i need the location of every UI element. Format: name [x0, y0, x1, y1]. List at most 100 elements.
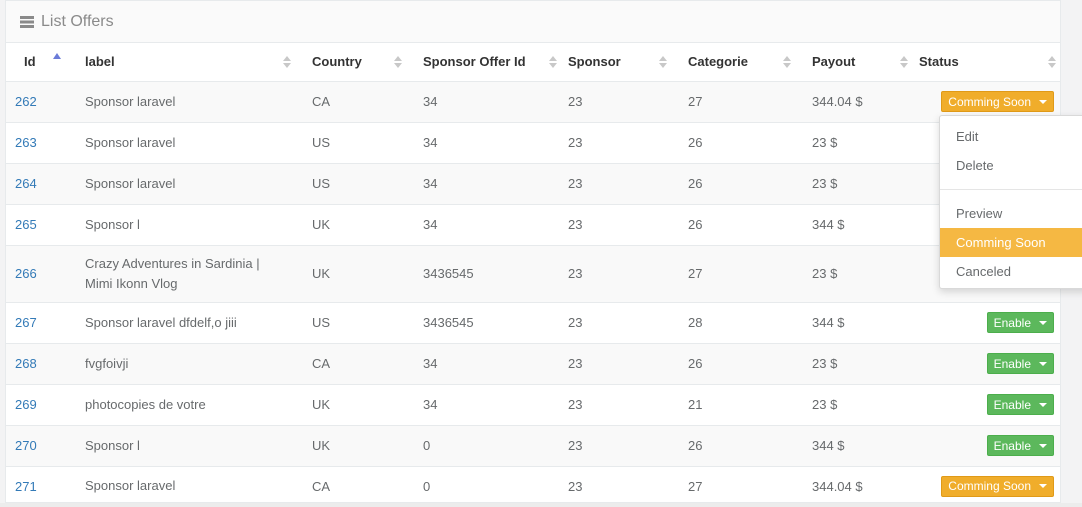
- menu-item-comming-soon[interactable]: Comming Soon: [940, 228, 1082, 257]
- menu-item-edit[interactable]: Edit: [940, 122, 1082, 151]
- status-dropdown-button[interactable]: Comming Soon: [941, 475, 1054, 497]
- cell-sponsor-offer-id: 34: [408, 342, 553, 384]
- cell-sponsor: 23: [553, 342, 673, 384]
- cell-label: Sponsor laravel: [76, 162, 297, 204]
- cell-sponsor: 23: [553, 121, 673, 163]
- list-icon: [20, 15, 34, 28]
- cell-payout: 344.04 $: [797, 465, 914, 502]
- cell-sponsor: 23: [553, 162, 673, 204]
- cell-id: 265: [6, 203, 76, 245]
- cell-id: 270: [6, 424, 76, 466]
- column-header-sponsor[interactable]: Sponsor: [553, 43, 673, 82]
- cell-sponsor: 23: [553, 301, 673, 343]
- cell-country: UK: [297, 244, 408, 302]
- cell-categorie: 28: [673, 301, 797, 343]
- column-header-status[interactable]: Status: [914, 43, 1060, 82]
- offer-id-link[interactable]: 262: [15, 94, 37, 109]
- status-dropdown-button[interactable]: Enable: [986, 353, 1054, 374]
- status-dropdown-button[interactable]: Enable: [986, 312, 1054, 333]
- cell-id: 267: [6, 301, 76, 343]
- cell-sponsor-offer-id: 34: [408, 383, 553, 425]
- table-row: 269 photocopies de votre UK 34 23 21 23 $ Enabl…: [6, 383, 1060, 425]
- menu-item-canceled[interactable]: Canceled: [940, 257, 1082, 286]
- cell-categorie: 26: [673, 342, 797, 384]
- table-row: 263 Sponsor laravel US 34 23 26 23 $: [6, 121, 1060, 163]
- cell-status: Enable: [914, 383, 1060, 425]
- column-header-label[interactable]: label: [76, 43, 297, 82]
- column-header-categorie[interactable]: Categorie: [673, 43, 797, 82]
- cell-status: Enable: [914, 424, 1060, 466]
- status-label: Enable: [993, 315, 1031, 330]
- cell-status: Enable: [914, 301, 1060, 343]
- status-label: Enable: [993, 438, 1031, 453]
- offer-id-link[interactable]: 263: [15, 135, 37, 150]
- offer-id-link[interactable]: 270: [15, 438, 37, 453]
- cell-country: CA: [297, 80, 408, 122]
- table-row: 268 fvgfoivji CA 34 23 26 23 $ Enable: [6, 342, 1060, 384]
- sort-asc-icon: [53, 53, 61, 59]
- menu-item-delete[interactable]: Delete: [940, 151, 1082, 180]
- cell-sponsor-offer-id: 34: [408, 162, 553, 204]
- offer-id-link[interactable]: 265: [15, 217, 37, 232]
- cell-country: US: [297, 162, 408, 204]
- sort-icon: [900, 56, 908, 68]
- column-header-payout[interactable]: Payout: [797, 43, 914, 82]
- cell-label: Sponsor laravel dfdelf,o jiii: [76, 301, 297, 343]
- status-dropdown-button[interactable]: Comming Soon: [941, 91, 1054, 112]
- offer-id-link[interactable]: 266: [15, 266, 37, 281]
- cell-status: Comming Soon: [914, 465, 1060, 502]
- cell-label: Crazy Adventures in Sardinia | Mimi Ikon…: [76, 244, 297, 302]
- cell-sponsor-offer-id: 34: [408, 203, 553, 245]
- caret-down-icon: [1039, 443, 1047, 448]
- cell-id: 269: [6, 383, 76, 425]
- cell-sponsor-offer-id: 3436545: [408, 301, 553, 343]
- status-dropdown-button[interactable]: Enable: [986, 394, 1054, 415]
- cell-label: fvgfoivji: [76, 342, 297, 384]
- offer-id-link[interactable]: 268: [15, 356, 37, 371]
- table-row: 266 Crazy Adventures in Sardinia | Mimi I…: [6, 244, 1060, 302]
- cell-country: US: [297, 301, 408, 343]
- status-label: Enable: [993, 397, 1031, 412]
- table-row: 271 Sponsor laravel CA 0 23 27 344.04 $ Comming…: [6, 465, 1060, 502]
- cell-sponsor-offer-id: 0: [408, 424, 553, 466]
- menu-item-preview[interactable]: Preview: [940, 199, 1082, 228]
- page-bottom-edge: [0, 503, 1082, 507]
- column-header-id[interactable]: Id: [6, 43, 76, 82]
- cell-sponsor-offer-id: 0: [408, 465, 553, 502]
- cell-label: Sponsor l: [76, 203, 297, 245]
- offer-id-link[interactable]: 267: [15, 315, 37, 330]
- table-header-row: Id label Country Sponsor Offer Id Sponso…: [6, 43, 1060, 82]
- table-row: 265 Sponsor l UK 34 23 26 344 $: [6, 203, 1060, 245]
- offer-id-link[interactable]: 269: [15, 397, 37, 412]
- cell-sponsor: 23: [553, 465, 673, 502]
- sort-icon: [394, 56, 402, 68]
- cell-label: Sponsor laravel: [76, 80, 297, 122]
- cell-payout: 23 $: [797, 342, 914, 384]
- cell-categorie: 21: [673, 383, 797, 425]
- caret-down-icon: [1039, 484, 1047, 489]
- cell-country: CA: [297, 342, 408, 384]
- cell-id: 266: [6, 244, 76, 302]
- cell-id: 262: [6, 80, 76, 122]
- column-header-country[interactable]: Country: [297, 43, 408, 82]
- caret-down-icon: [1039, 402, 1047, 407]
- cell-label: Sponsor laravel: [76, 121, 297, 163]
- status-dropdown-button[interactable]: Enable: [986, 435, 1054, 456]
- cell-categorie: 27: [673, 80, 797, 122]
- offers-table: Id label Country Sponsor Offer Id Sponso…: [6, 43, 1060, 502]
- cell-id: 263: [6, 121, 76, 163]
- sort-icon: [783, 56, 791, 68]
- cell-country: CA: [297, 465, 408, 502]
- cell-payout: 344 $: [797, 424, 914, 466]
- cell-sponsor: 23: [553, 80, 673, 122]
- panel-heading: List Offers: [6, 1, 1060, 43]
- cell-country: US: [297, 121, 408, 163]
- table-row: 264 Sponsor laravel US 34 23 26 23 $: [6, 162, 1060, 204]
- status-dropdown-menu: Edit Delete Preview Comming Soon Cancele…: [939, 115, 1082, 289]
- sort-icon: [1048, 56, 1056, 68]
- cell-payout: 344 $: [797, 301, 914, 343]
- offer-id-link[interactable]: 264: [15, 176, 37, 191]
- column-header-sponsor-offer-id[interactable]: Sponsor Offer Id: [408, 43, 557, 82]
- offer-id-link[interactable]: 271: [15, 479, 37, 494]
- offers-panel: List Offers Id label Country Sponsor Off…: [5, 0, 1061, 503]
